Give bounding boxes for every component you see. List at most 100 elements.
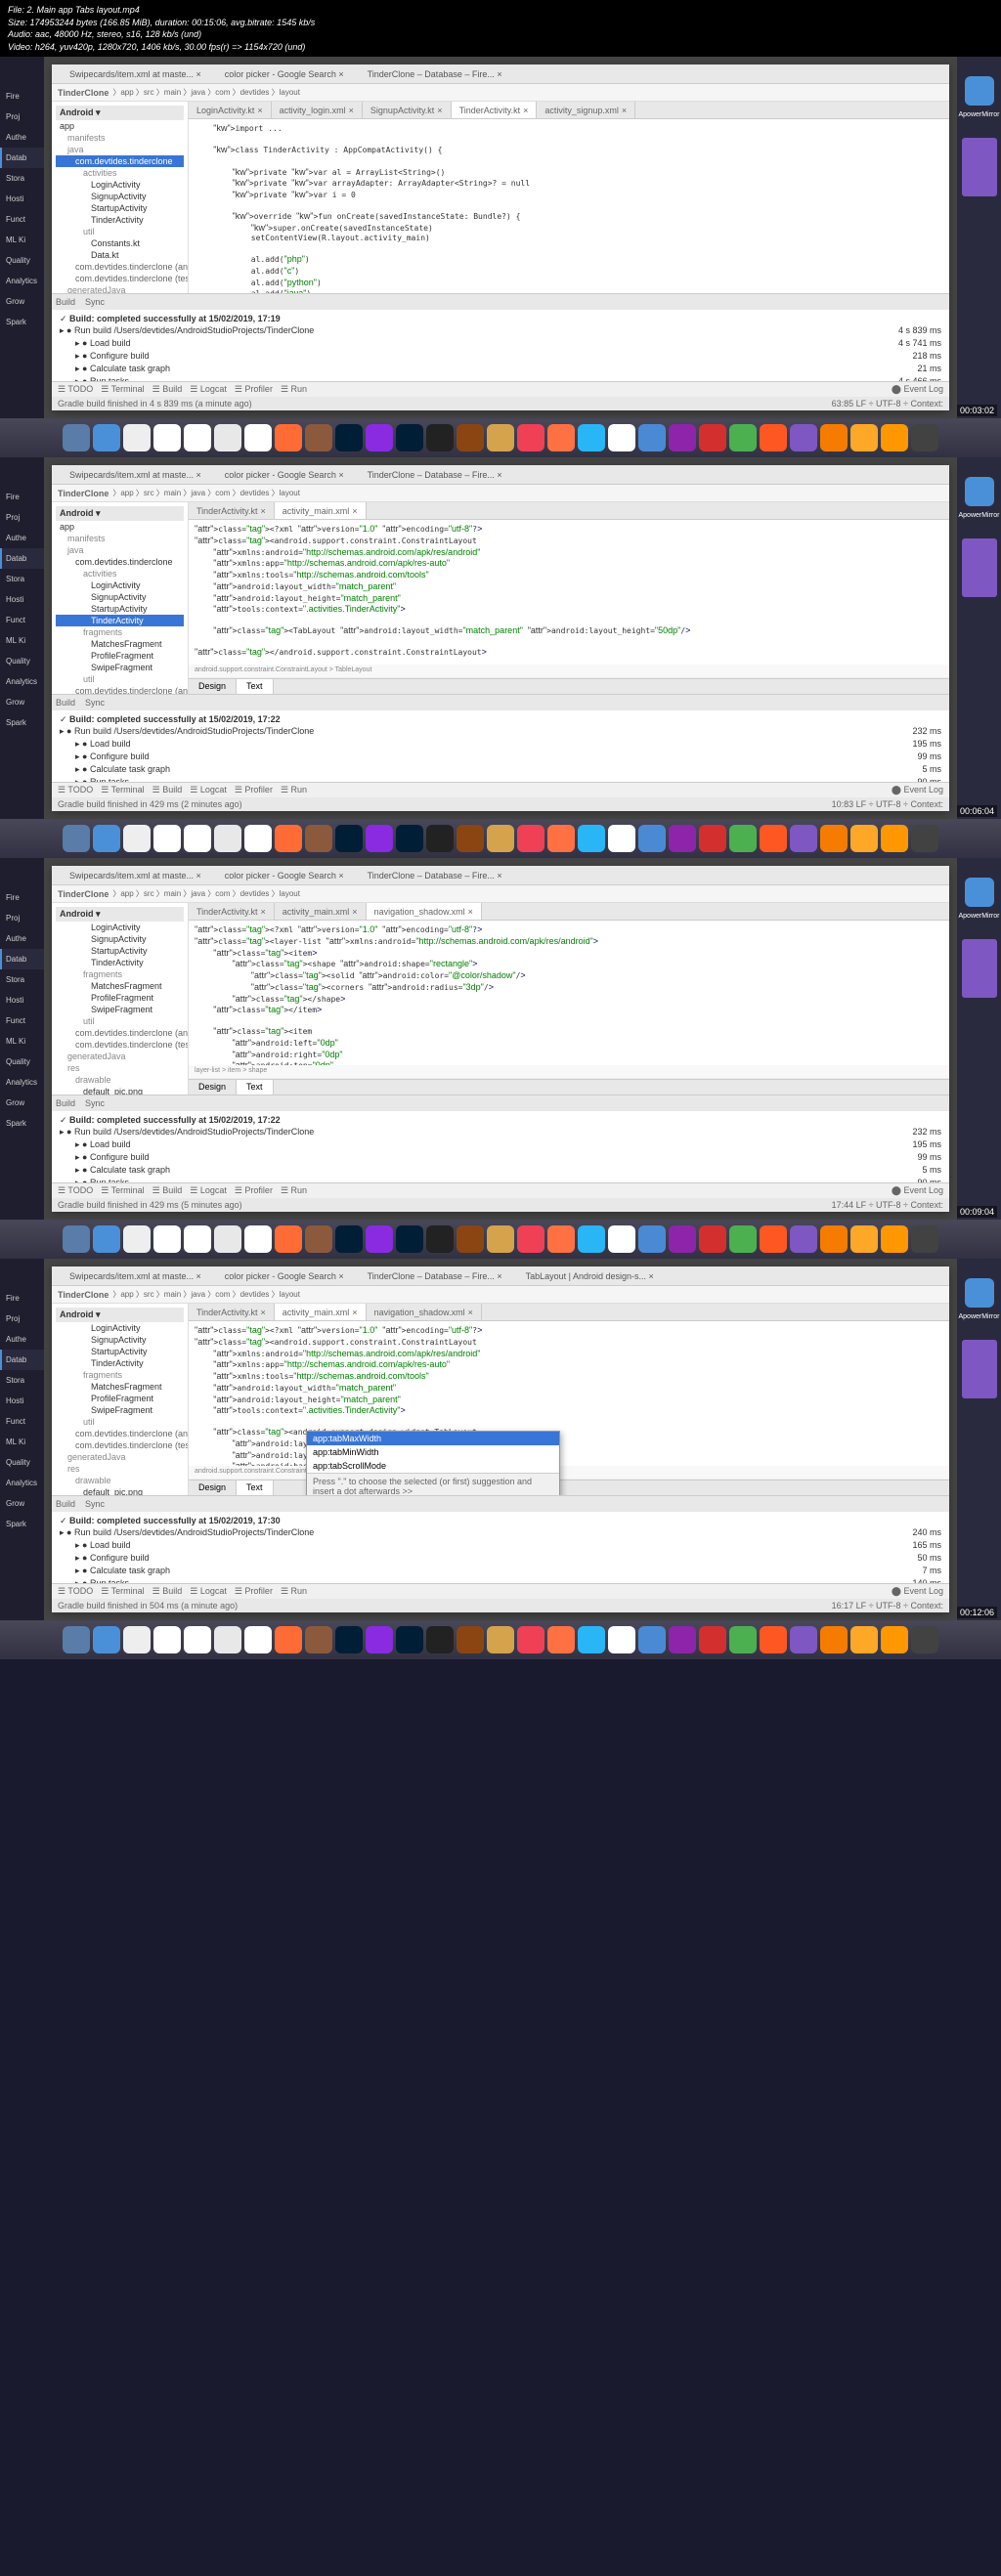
fb-nav-item[interactable]: Authe (0, 1329, 44, 1350)
event-log[interactable]: ⬤ Event Log (892, 1586, 943, 1597)
dock-app-4[interactable] (184, 1225, 211, 1253)
dock-app-22[interactable] (729, 424, 757, 451)
tree-item[interactable]: java (56, 544, 184, 556)
dock-app-17[interactable] (578, 825, 605, 852)
editor-tab[interactable]: SignupActivity.kt × (363, 102, 452, 118)
tree-item[interactable]: SignupActivity (56, 1334, 184, 1346)
tree-item[interactable]: LoginActivity (56, 580, 184, 591)
build-item[interactable]: ▸ ● Configure build99 ms (60, 751, 941, 763)
fb-nav-item[interactable]: Funct (0, 610, 44, 630)
dock-app-19[interactable] (638, 825, 666, 852)
dock-app-15[interactable] (517, 1225, 544, 1253)
browser-tab[interactable]: color picker - Google Search × (213, 470, 356, 480)
dock-app-8[interactable] (305, 1626, 332, 1653)
panel-tab[interactable]: Sync (85, 698, 105, 708)
tree-item[interactable]: TinderActivity (56, 1357, 184, 1369)
editor-tab[interactable]: activity_main.xml × (275, 903, 367, 920)
build-item[interactable]: ▸ ● Configure build99 ms (60, 1151, 941, 1164)
dock-app-23[interactable] (760, 1626, 787, 1653)
panel-tab[interactable]: Sync (85, 297, 105, 307)
fb-nav-item[interactable]: Funct (0, 1411, 44, 1432)
apowermirror-icon[interactable] (965, 878, 994, 907)
dock-app-19[interactable] (638, 424, 666, 451)
tool-tab[interactable]: ☰ Terminal (101, 1586, 144, 1596)
design-tab[interactable]: Design (189, 679, 237, 694)
panel-tab[interactable]: Sync (85, 1499, 105, 1509)
dock-app-0[interactable] (63, 1626, 90, 1653)
tree-item[interactable]: LoginActivity (56, 1322, 184, 1334)
tool-tab[interactable]: ☰ Logcat (190, 785, 227, 794)
fb-nav-item[interactable]: Authe (0, 528, 44, 548)
tree-item[interactable]: com.devtides.tinderclone (androidTest) (56, 685, 184, 694)
tool-tab[interactable]: ☰ Profiler (235, 384, 273, 394)
dock-app-3[interactable] (153, 1225, 181, 1253)
close-icon[interactable]: × (523, 106, 528, 115)
close-icon[interactable]: × (349, 106, 354, 115)
tree-item[interactable]: app (56, 120, 184, 132)
dock-app-6[interactable] (244, 1626, 272, 1653)
tree-item[interactable]: StartupActivity (56, 945, 184, 957)
tree-item[interactable]: fragments (56, 626, 184, 638)
fb-nav-item[interactable]: Stora (0, 969, 44, 990)
breadcrumb[interactable]: android.support.constraint.ConstraintLay… (189, 665, 949, 678)
close-icon[interactable]: × (468, 907, 473, 917)
fb-nav-item[interactable]: Proj (0, 107, 44, 127)
fb-nav-item[interactable]: Grow (0, 291, 44, 312)
dock-app-8[interactable] (305, 825, 332, 852)
tree-item[interactable]: com.devtides.tinderclone (androidTest) (56, 1027, 184, 1039)
fb-nav-item[interactable]: Fire (0, 887, 44, 908)
build-item[interactable]: ▸ ● Calculate task graph21 ms (60, 363, 941, 375)
browser-tab[interactable]: TinderClone – Database – Fire... × (356, 470, 514, 480)
editor-tab[interactable]: TinderActivity.kt × (189, 502, 275, 519)
close-icon[interactable]: × (468, 1308, 473, 1317)
fb-nav-item[interactable]: Spark (0, 1113, 44, 1134)
browser-tab[interactable]: color picker - Google Search × (213, 69, 356, 79)
fb-nav-item[interactable]: Proj (0, 1309, 44, 1329)
build-item[interactable]: ▸ ● Run build /Users/devtides/AndroidStu… (60, 1126, 941, 1138)
editor-tab[interactable]: activity_login.xml × (272, 102, 363, 118)
tree-item[interactable]: SignupActivity (56, 933, 184, 945)
browser-tab[interactable]: Swipecards/item.xml at maste... × (58, 1271, 213, 1281)
dock-app-26[interactable] (850, 1626, 878, 1653)
build-item[interactable]: ▸ ● Configure build218 ms (60, 350, 941, 363)
phone-screen[interactable] (962, 939, 997, 998)
tree-item[interactable]: SwipeFragment (56, 662, 184, 673)
tool-tab[interactable]: ☰ Logcat (190, 1185, 227, 1195)
browser-tab[interactable]: Swipecards/item.xml at maste... × (58, 470, 213, 480)
tool-tab[interactable]: ☰ Profiler (235, 1185, 273, 1195)
tree-item[interactable]: manifests (56, 533, 184, 544)
fb-nav-item[interactable]: Proj (0, 908, 44, 928)
design-tab[interactable]: Text (237, 1080, 274, 1095)
dock-app-18[interactable] (608, 1626, 635, 1653)
event-log[interactable]: ⬤ Event Log (892, 384, 943, 395)
build-item[interactable]: ▸ ● Run build /Users/devtides/AndroidStu… (60, 324, 941, 337)
fb-nav-item[interactable]: Hosti (0, 189, 44, 209)
dock-app-20[interactable] (669, 1225, 696, 1253)
phone-screen[interactable] (962, 1340, 997, 1398)
fb-nav-item[interactable]: Analytics (0, 671, 44, 692)
tool-tab[interactable]: ☰ Terminal (101, 785, 144, 794)
fb-nav-item[interactable]: Fire (0, 86, 44, 107)
tool-tab[interactable]: ☰ Terminal (101, 384, 144, 394)
dock-app-28[interactable] (911, 1626, 938, 1653)
dock-app-11[interactable] (396, 825, 423, 852)
tree-item[interactable]: com.devtides.tinderclone (56, 556, 184, 568)
dock-app-27[interactable] (881, 1225, 908, 1253)
fb-nav-item[interactable]: Datab (0, 548, 44, 569)
browser-tab[interactable]: TinderClone – Database – Fire... × (356, 69, 514, 79)
dock-app-11[interactable] (396, 1626, 423, 1653)
dock-app-1[interactable] (93, 424, 120, 451)
tree-item[interactable]: Constants.kt (56, 237, 184, 249)
panel-tab[interactable]: Build (56, 698, 75, 708)
tree-item[interactable]: app (56, 521, 184, 533)
tree-item[interactable]: TinderActivity (56, 957, 184, 968)
dock-app-26[interactable] (850, 825, 878, 852)
tree-item[interactable]: res (56, 1463, 184, 1475)
editor-tab[interactable]: activity_main.xml × (275, 502, 367, 519)
dock-app-23[interactable] (760, 1225, 787, 1253)
dock-app-24[interactable] (790, 1225, 817, 1253)
autocomplete-item[interactable]: app:tabScrollMode (307, 1459, 559, 1473)
tool-tab[interactable]: ☰ Build (152, 384, 183, 394)
tree-item[interactable]: util (56, 673, 184, 685)
dock-app-5[interactable] (214, 1225, 241, 1253)
